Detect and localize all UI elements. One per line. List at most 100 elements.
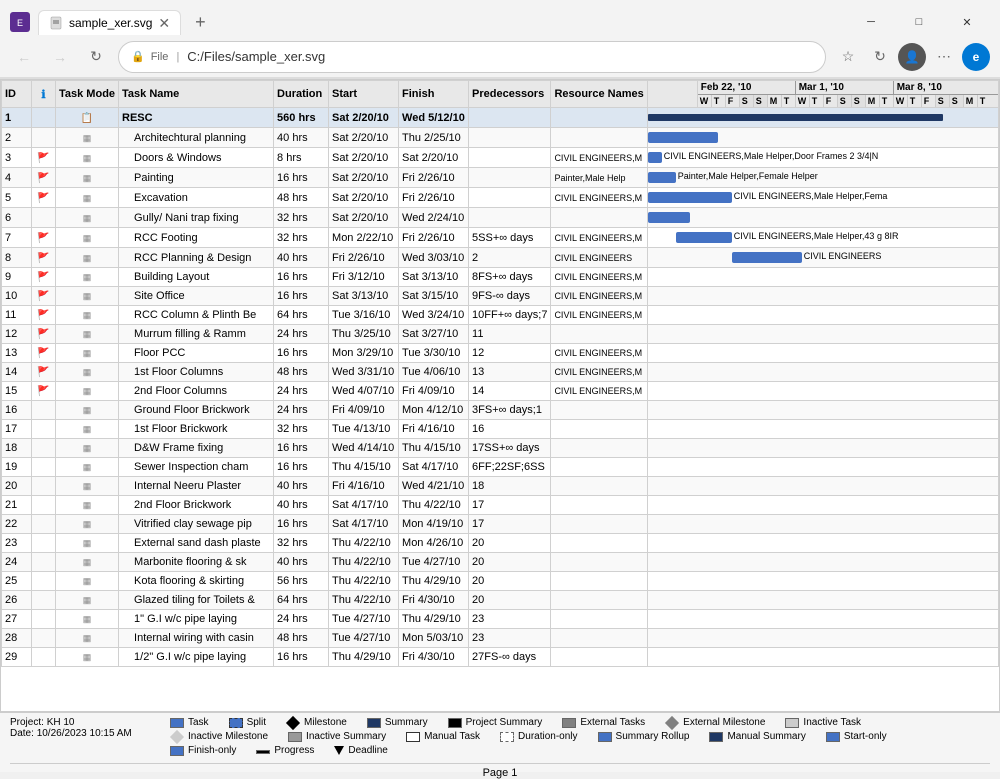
- day-t5: T: [908, 95, 922, 107]
- cell-pred: 5SS+∞ days: [469, 228, 551, 248]
- table-scroll-area[interactable]: ID ℹ Task Mode Task Name Duration Start …: [1, 80, 999, 711]
- cell-start: Thu 4/22/10: [329, 572, 399, 591]
- cell-name: Kota flooring & skirting: [119, 572, 274, 591]
- day-t3: T: [810, 95, 824, 107]
- close-button[interactable]: ✕: [944, 7, 990, 37]
- refresh-page-button[interactable]: ↻: [866, 43, 894, 71]
- table-row: 12 🚩 ▦ Murrum filling & Ramm 24 hrs Thu …: [2, 325, 999, 344]
- cell-start: Sat 2/20/10: [329, 128, 399, 148]
- task-mode-icon: ▦: [83, 153, 92, 163]
- cell-start: Thu 4/22/10: [329, 591, 399, 610]
- cell-id: 29: [2, 648, 32, 667]
- cell-gantt: [647, 648, 998, 667]
- cell-gantt: [647, 439, 998, 458]
- cell-info: 🚩: [32, 188, 56, 208]
- more-button[interactable]: ⋯: [930, 43, 958, 71]
- gantt-bar: [648, 172, 676, 183]
- legend-summary-rollup: Summary Rollup: [598, 731, 690, 742]
- profile-icon[interactable]: 👤: [898, 43, 926, 71]
- cell-finish: Mon 4/12/10: [399, 401, 469, 420]
- legend-external-milestone: External Milestone: [665, 717, 765, 728]
- day-s4: S: [852, 95, 866, 107]
- table-row: 29 ▦ 1/2" G.I w/c pipe laying 16 hrs Thu…: [2, 648, 999, 667]
- address-bar: ← → ↻ 🔒 File | C:/Files/sample_xer.svg ☆…: [0, 36, 1000, 78]
- cell-info: 🚩: [32, 268, 56, 287]
- cell-res: CIVIL ENGINEERS,M: [551, 268, 647, 287]
- maximize-button[interactable]: □: [896, 7, 942, 37]
- table-row: 5 🚩 ▦ Excavation 48 hrs Sat 2/20/10 Fri …: [2, 188, 999, 208]
- task-mode-icon: ▦: [83, 595, 92, 605]
- cell-info: [32, 629, 56, 648]
- cell-pred: 20: [469, 553, 551, 572]
- task-mode-icon: ▦: [83, 576, 92, 586]
- refresh-button[interactable]: ↻: [82, 43, 110, 71]
- cell-gantt: CIVIL ENGINEERS,Male Helper,Fema: [647, 188, 998, 208]
- cell-pred: [469, 148, 551, 168]
- table-row: 24 ▦ Marbonite flooring & sk 40 hrs Thu …: [2, 553, 999, 572]
- flag-icon: 🚩: [37, 193, 49, 204]
- footer-date-line: Date: 10/26/2023 10:15 AM: [10, 728, 170, 739]
- address-field[interactable]: 🔒 File | C:/Files/sample_xer.svg: [118, 41, 826, 73]
- flag-icon: 🚩: [37, 291, 49, 302]
- cell-name: Excavation: [119, 188, 274, 208]
- cell-res: [551, 629, 647, 648]
- summary-bar: [648, 114, 943, 121]
- cell-info: [32, 128, 56, 148]
- table-row: 11 🚩 ▦ RCC Column & Plinth Be 64 hrs Tue…: [2, 306, 999, 325]
- gantt-bar: [676, 232, 732, 243]
- flag-icon: 🚩: [37, 329, 49, 340]
- browser-tab[interactable]: sample_xer.svg ✕: [38, 10, 181, 35]
- cell-duration: 40 hrs: [274, 248, 329, 268]
- forward-button[interactable]: →: [46, 43, 74, 71]
- table-row: 19 ▦ Sewer Inspection cham 16 hrs Thu 4/…: [2, 458, 999, 477]
- cell-gantt: CIVIL ENGINEERS: [647, 248, 998, 268]
- new-tab-button[interactable]: +: [189, 10, 212, 35]
- cell-finish: Sat 3/13/10: [399, 268, 469, 287]
- cell-start: Thu 3/25/10: [329, 325, 399, 344]
- minimize-button[interactable]: ─: [848, 7, 894, 37]
- legend-label-external-milestone: External Milestone: [683, 717, 765, 728]
- cell-info: [32, 108, 56, 128]
- back-button[interactable]: ←: [10, 43, 38, 71]
- cell-duration: 32 hrs: [274, 420, 329, 439]
- header-gantt-weeks: Feb 22, '10 Mar 1, '10 Mar 8, '10 W T F …: [697, 81, 998, 108]
- bookmark-button[interactable]: ☆: [834, 43, 862, 71]
- header-info: ℹ: [32, 81, 56, 108]
- cell-finish: Thu 4/15/10: [399, 439, 469, 458]
- tab-close-button[interactable]: ✕: [158, 16, 170, 30]
- cell-res: CIVIL ENGINEERS,M: [551, 148, 647, 168]
- cell-start: Tue 3/16/10: [329, 306, 399, 325]
- cell-duration: 32 hrs: [274, 534, 329, 553]
- cell-info: [32, 648, 56, 667]
- cell-gantt: [647, 515, 998, 534]
- day-s6: S: [950, 95, 964, 107]
- task-mode-icon: ▦: [83, 367, 92, 377]
- cell-mode: ▦: [56, 629, 119, 648]
- table-row: 23 ▦ External sand dash plaste 32 hrs Th…: [2, 534, 999, 553]
- cell-mode: ▦: [56, 591, 119, 610]
- cell-finish: Fri 2/26/10: [399, 228, 469, 248]
- cell-finish: Tue 4/27/10: [399, 553, 469, 572]
- cell-duration: 24 hrs: [274, 610, 329, 629]
- legend-label-manual-task: Manual Task: [424, 731, 480, 742]
- cell-id: 20: [2, 477, 32, 496]
- cell-pred: 18: [469, 477, 551, 496]
- tab-title: sample_xer.svg: [69, 16, 152, 30]
- table-row: 9 🚩 ▦ Building Layout 16 hrs Fri 3/12/10…: [2, 268, 999, 287]
- cell-finish: Wed 3/03/10: [399, 248, 469, 268]
- cell-duration: 16 hrs: [274, 268, 329, 287]
- task-mode-icon: ▦: [83, 253, 92, 263]
- footer-page: Page 1: [10, 763, 990, 779]
- gantt-container: ID ℹ Task Mode Task Name Duration Start …: [1, 80, 999, 711]
- flag-icon: 🚩: [37, 153, 49, 164]
- cell-finish: Sat 4/17/10: [399, 458, 469, 477]
- day-s1: S: [740, 95, 754, 107]
- cell-duration: 40 hrs: [274, 477, 329, 496]
- cell-duration: 40 hrs: [274, 553, 329, 572]
- cell-start: Wed 4/14/10: [329, 439, 399, 458]
- legend-label-manual-summary: Manual Summary: [727, 731, 805, 742]
- legend-box-manual-task: [406, 732, 420, 742]
- cell-pred: 13: [469, 363, 551, 382]
- task-mode-icon: ▦: [83, 519, 92, 529]
- day-t6: T: [978, 95, 992, 107]
